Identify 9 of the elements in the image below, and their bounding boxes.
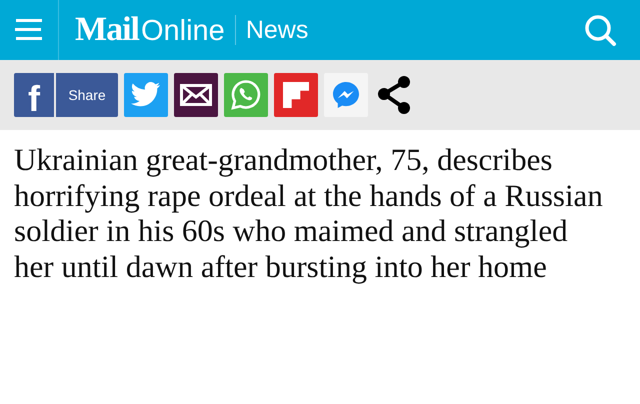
section-title[interactable]: News: [246, 16, 308, 44]
article-headline: Ukrainian great-grandmother, 75, describes horrifying rape ordeal at the hands of a Russian soldier in his 60s who maimed and strangled her until dawn after bursting into her home: [13, 141, 604, 284]
bird-icon[interactable]: [124, 73, 168, 117]
brand-logo[interactable]: MailOnline: [75, 11, 225, 49]
facebook-share-button[interactable]: f Share: [14, 73, 118, 117]
envelope-icon[interactable]: [174, 73, 218, 117]
flipboard-icon[interactable]: [274, 73, 318, 117]
messenger-icon[interactable]: [324, 73, 368, 117]
phone-bubble-icon[interactable]: [224, 73, 268, 117]
